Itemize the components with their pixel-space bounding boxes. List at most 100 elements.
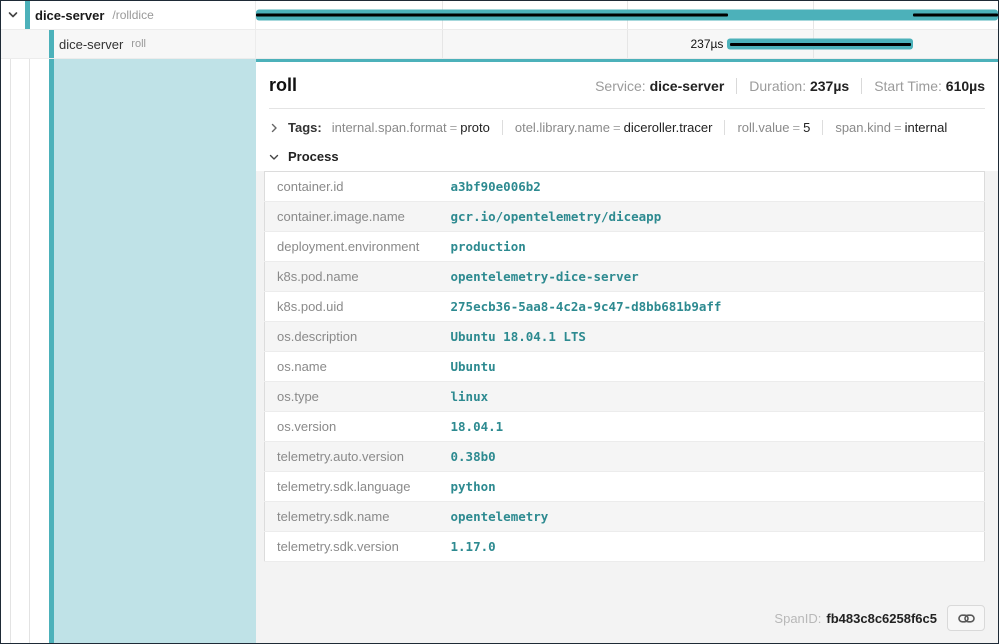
- meta-value: dice-server: [650, 78, 725, 94]
- span-tree-rail: [1, 59, 256, 643]
- process-key: telemetry.sdk.language: [265, 472, 439, 502]
- process-key: os.version: [265, 412, 439, 442]
- process-table-section: container.id a3bf90e006b2 container.imag…: [256, 171, 998, 643]
- span-duration-label: 237µs: [642, 37, 724, 51]
- meta-label: Start Time:: [874, 78, 942, 94]
- process-value: 1.17.0: [439, 532, 985, 562]
- process-row: telemetry.sdk.version 1.17.0: [265, 532, 985, 562]
- tag-equals: =: [447, 120, 461, 135]
- process-row: telemetry.sdk.name opentelemetry: [265, 502, 985, 532]
- process-key: container.image.name: [265, 202, 439, 232]
- process-row: os.type linux: [265, 382, 985, 412]
- operation-name-label: /rolldice: [112, 8, 153, 22]
- span-detail-title: roll: [269, 75, 297, 96]
- collapse-toggle[interactable]: [7, 1, 19, 29]
- tree-indent-guide: [29, 59, 30, 643]
- span-bar-roll[interactable]: [727, 39, 913, 50]
- process-value: opentelemetry-dice-server: [439, 262, 985, 292]
- process-value: 0.38b0: [439, 442, 985, 472]
- span-row-rolldice[interactable]: dice-server /rolldice: [1, 1, 998, 30]
- process-row: container.id a3bf90e006b2: [265, 172, 985, 202]
- meta-label: Service:: [595, 78, 646, 94]
- process-row: telemetry.sdk.language python: [265, 472, 985, 502]
- process-value: gcr.io/opentelemetry/diceapp: [439, 202, 985, 232]
- tag-list: internal.span.format=proto otel.library.…: [332, 120, 960, 135]
- critical-path-segment: [256, 14, 728, 17]
- tag-key: otel.library.name: [515, 120, 610, 135]
- tag-key: internal.span.format: [332, 120, 447, 135]
- process-section-label: Process: [288, 149, 339, 164]
- critical-path-segment: [730, 43, 911, 46]
- jaeger-trace-view: dice-server /rolldice dice-server roll: [0, 0, 999, 644]
- meta-service: Service: dice-server: [595, 78, 724, 94]
- span-detail-panel: roll Service: dice-server Duration: 237µ…: [256, 59, 998, 643]
- meta-start-time: Start Time: 610µs: [861, 78, 985, 94]
- critical-path-segment: [913, 14, 998, 17]
- process-key: container.id: [265, 172, 439, 202]
- tags-accordion-header[interactable]: Tags: internal.span.format=proto otel.li…: [269, 109, 985, 144]
- process-row: os.version 18.04.1: [265, 412, 985, 442]
- chevron-right-icon: [269, 123, 279, 133]
- process-row: k8s.pod.name opentelemetry-dice-server: [265, 262, 985, 292]
- span-detail-footer: SpanID: fb483c8c6258f6c5: [264, 595, 985, 643]
- process-row: deployment.environment production: [265, 232, 985, 262]
- tag-equals: =: [610, 120, 624, 135]
- process-value: Ubuntu 18.04.1 LTS: [439, 322, 985, 352]
- process-value: linux: [439, 382, 985, 412]
- process-value: production: [439, 232, 985, 262]
- chevron-down-icon: [269, 152, 279, 162]
- process-value: a3bf90e006b2: [439, 172, 985, 202]
- tag-equals: =: [790, 120, 804, 135]
- process-row: k8s.pod.uid 275ecb36-5aa8-4c2a-9c47-d8bb…: [265, 292, 985, 322]
- meta-value: 237µs: [810, 78, 849, 94]
- service-name-label: dice-server: [59, 37, 123, 52]
- process-key: os.type: [265, 382, 439, 412]
- tag-equals: =: [891, 120, 905, 135]
- process-key: telemetry.sdk.name: [265, 502, 439, 532]
- span-track: [256, 1, 998, 30]
- process-key: telemetry.sdk.version: [265, 532, 439, 562]
- span-detail-meta: Service: dice-server Duration: 237µs Sta…: [595, 78, 985, 94]
- grid-line: [627, 30, 628, 58]
- spanid-label: SpanID:: [774, 611, 821, 626]
- tag-value: internal: [905, 120, 948, 135]
- span-name-cell-rolldice[interactable]: dice-server /rolldice: [1, 1, 256, 30]
- process-key: k8s.pod.name: [265, 262, 439, 292]
- span-row-roll[interactable]: dice-server roll 237µs: [1, 30, 998, 59]
- link-icon: [958, 612, 975, 625]
- operation-name-label: roll: [131, 38, 146, 50]
- span-name-cell-roll[interactable]: dice-server roll: [1, 30, 256, 59]
- process-row: os.description Ubuntu 18.04.1 LTS: [265, 322, 985, 352]
- meta-value: 610µs: [946, 78, 985, 94]
- tree-indent-guide: [10, 59, 11, 643]
- tag-value: 5: [803, 120, 810, 135]
- process-value: 18.04.1: [439, 412, 985, 442]
- tag-item: otel.library.name=diceroller.tracer: [502, 120, 725, 135]
- tag-item: internal.span.format=proto: [332, 120, 502, 135]
- tags-section-label: Tags:: [288, 120, 322, 135]
- meta-duration: Duration: 237µs: [736, 78, 849, 94]
- meta-label: Duration:: [749, 78, 806, 94]
- process-key: deployment.environment: [265, 232, 439, 262]
- service-color-stripe: [25, 1, 30, 29]
- process-key: telemetry.auto.version: [265, 442, 439, 472]
- process-key-value-table: container.id a3bf90e006b2 container.imag…: [264, 171, 985, 562]
- tag-item: roll.value=5: [724, 120, 822, 135]
- process-value: opentelemetry: [439, 502, 985, 532]
- process-row: container.image.name gcr.io/opentelemetr…: [265, 202, 985, 232]
- tag-value: diceroller.tracer: [624, 120, 713, 135]
- span-detail-header: roll Service: dice-server Duration: 237µ…: [269, 62, 985, 109]
- chevron-down-icon: [7, 9, 19, 21]
- selected-span-highlight: [54, 59, 256, 643]
- spanid-value: fb483c8c6258f6c5: [826, 611, 937, 626]
- tag-key: span.kind: [835, 120, 891, 135]
- span-track: 237µs: [256, 30, 998, 59]
- process-row: telemetry.auto.version 0.38b0: [265, 442, 985, 472]
- grid-line: [442, 30, 443, 58]
- process-key: os.name: [265, 352, 439, 382]
- deep-link-button[interactable]: [947, 605, 985, 631]
- tag-item: span.kind=internal: [822, 120, 959, 135]
- process-value: python: [439, 472, 985, 502]
- process-key: os.description: [265, 322, 439, 352]
- process-accordion-header[interactable]: Process: [269, 146, 985, 171]
